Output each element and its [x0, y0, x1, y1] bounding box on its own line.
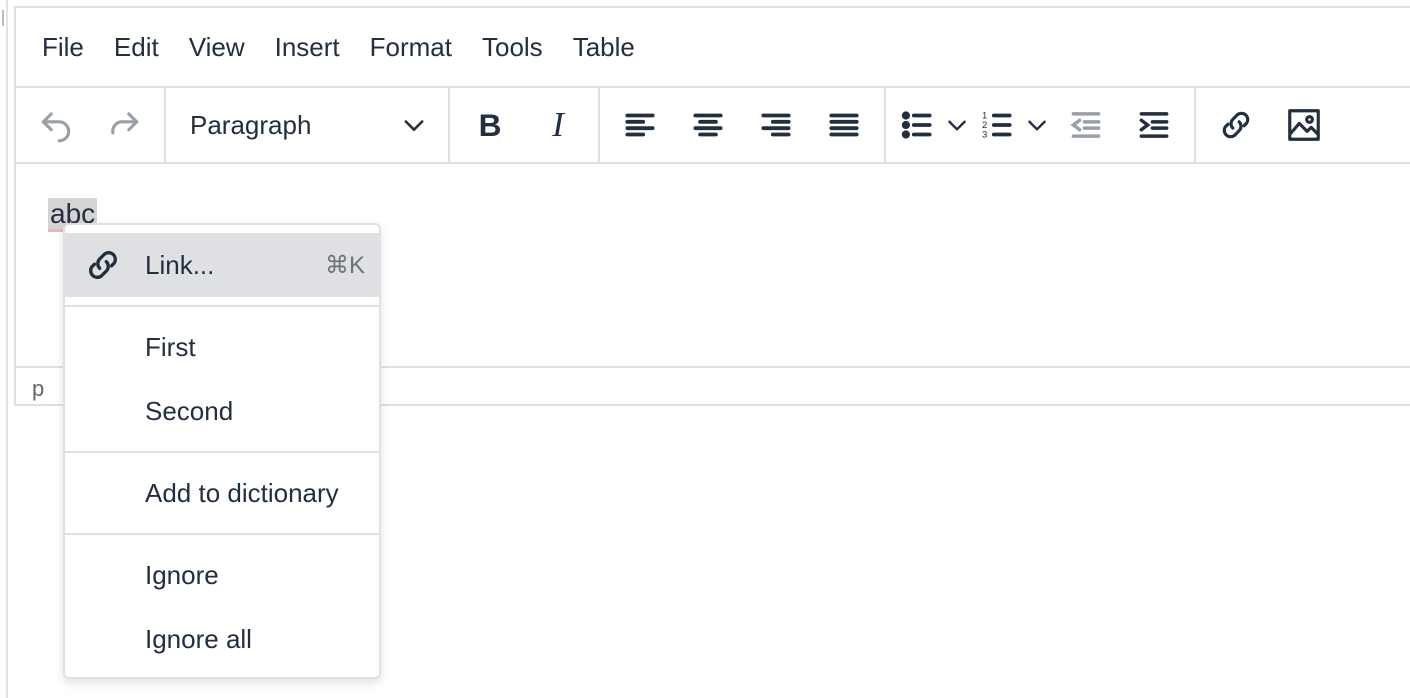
menu-format[interactable]: Format — [356, 8, 468, 86]
menu-table[interactable]: Table — [559, 8, 651, 86]
indent-button[interactable] — [1120, 95, 1188, 155]
align-justify-icon — [829, 113, 859, 137]
indent-icon — [1139, 112, 1169, 138]
toolbar: Paragraph B I 1 2 3 — [16, 86, 1410, 164]
image-button[interactable] — [1270, 95, 1338, 155]
history-group — [16, 88, 166, 162]
align-center-icon — [693, 113, 723, 137]
menu-separator — [65, 305, 379, 307]
context-menu-link[interactable]: Link... ⌘K — [65, 233, 379, 297]
add-to-dictionary-item[interactable]: Add to dictionary — [65, 461, 379, 525]
text-style-group: B I — [450, 88, 600, 162]
chevron-down-icon — [404, 120, 424, 131]
align-left-button[interactable] — [606, 95, 674, 155]
outdent-button[interactable] — [1052, 95, 1120, 155]
menu-separator — [65, 533, 379, 535]
spellcheck-context-menu: Link... ⌘K First Second Add to dictionar… — [63, 223, 381, 679]
insert-group — [1196, 88, 1344, 162]
menu-insert[interactable]: Insert — [261, 8, 356, 86]
ignore-label: Ignore — [145, 559, 219, 590]
block-format-group: Paragraph — [166, 88, 450, 162]
page-edge — [0, 0, 8, 698]
page-edge-tick — [0, 10, 4, 26]
numbered-list-split-button[interactable]: 1 2 3 — [972, 95, 1052, 155]
ignore-item[interactable]: Ignore — [65, 543, 379, 607]
undo-button[interactable] — [22, 95, 90, 155]
context-menu-link-label: Link... — [145, 249, 215, 280]
italic-button[interactable]: I — [524, 95, 592, 155]
align-right-button[interactable] — [742, 95, 810, 155]
ignore-all-label: Ignore all — [145, 623, 252, 654]
bullet-list-button[interactable] — [892, 95, 942, 155]
menubar: File Edit View Insert Format Tools Table — [16, 8, 1410, 86]
list-group: 1 2 3 — [886, 88, 1196, 162]
add-to-dictionary-label: Add to dictionary — [145, 477, 339, 508]
chevron-down-icon — [1028, 120, 1046, 131]
ignore-all-item[interactable]: Ignore all — [65, 607, 379, 671]
align-justify-button[interactable] — [810, 95, 878, 155]
chevron-down-icon — [948, 120, 966, 131]
menu-view[interactable]: View — [175, 8, 261, 86]
suggestion-label: First — [145, 331, 196, 362]
bullet-list-icon — [901, 111, 932, 139]
outdent-icon — [1070, 112, 1101, 138]
redo-icon — [111, 112, 139, 135]
svg-text:B: B — [479, 107, 502, 143]
menu-separator — [65, 451, 379, 453]
svg-text:3: 3 — [982, 130, 987, 141]
suggestion-second[interactable]: Second — [65, 379, 379, 443]
menu-tools[interactable]: Tools — [468, 8, 559, 86]
numbered-list-icon: 1 2 3 — [982, 111, 1012, 141]
italic-icon: I — [551, 106, 565, 144]
align-center-button[interactable] — [674, 95, 742, 155]
image-icon — [1288, 109, 1320, 141]
suggestion-first[interactable]: First — [65, 315, 379, 379]
menu-edit[interactable]: Edit — [100, 8, 175, 86]
context-menu-link-shortcut: ⌘K — [324, 251, 365, 279]
bullet-list-split-button[interactable] — [892, 95, 972, 155]
link-button[interactable] — [1202, 95, 1270, 155]
block-format-value: Paragraph — [190, 109, 312, 140]
bold-icon: B — [479, 107, 502, 143]
align-right-icon — [761, 113, 791, 137]
undo-icon — [41, 112, 71, 143]
link-icon — [89, 251, 117, 279]
link-icon — [1222, 111, 1250, 139]
numbered-list-dropdown[interactable] — [1022, 112, 1052, 138]
numbered-list-button[interactable]: 1 2 3 — [972, 95, 1022, 155]
svg-text:I: I — [551, 106, 565, 144]
block-format-select[interactable]: Paragraph — [172, 95, 442, 155]
alignment-group — [600, 88, 886, 162]
bold-button[interactable]: B — [456, 95, 524, 155]
align-left-icon — [625, 113, 655, 137]
redo-button[interactable] — [90, 95, 158, 155]
bullet-list-dropdown[interactable] — [942, 112, 972, 138]
element-path[interactable]: p — [32, 376, 44, 401]
suggestion-label: Second — [145, 395, 234, 426]
menu-file[interactable]: File — [28, 8, 100, 86]
